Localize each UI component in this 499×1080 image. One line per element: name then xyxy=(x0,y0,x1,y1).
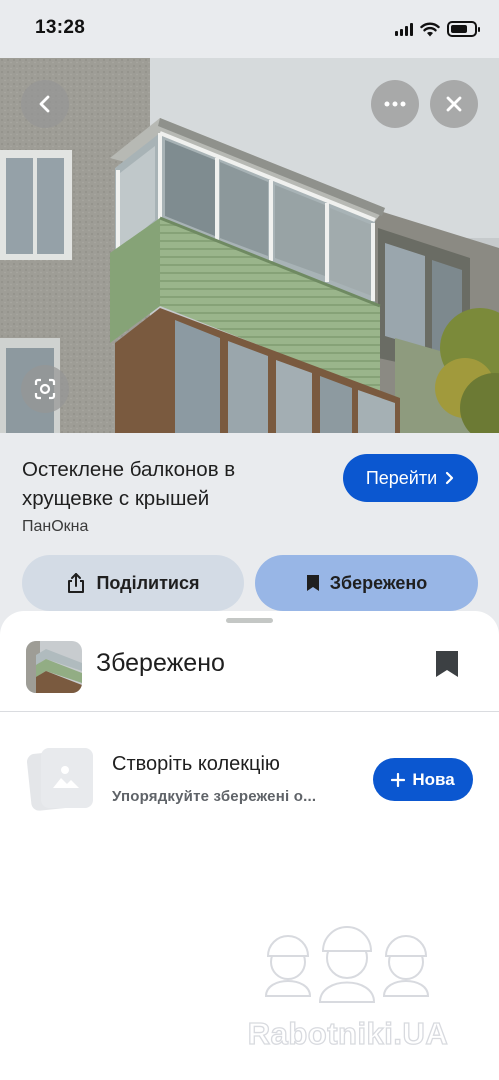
saved-button[interactable]: Збережено xyxy=(255,555,478,611)
workers-logo-icon xyxy=(264,926,430,1003)
sheet-drag-handle[interactable] xyxy=(226,618,273,623)
arrow-left-icon xyxy=(39,95,50,113)
balcony-photo xyxy=(0,58,499,433)
lens-icon xyxy=(34,378,56,400)
sheet-bookmark-button[interactable] xyxy=(434,649,460,684)
visit-label: Перейти xyxy=(365,467,438,488)
wifi-icon xyxy=(420,22,440,36)
sheet-divider xyxy=(0,711,499,712)
chevron-right-icon xyxy=(446,471,454,485)
result-info: Остеклене балконов в хрущевке с крышей П… xyxy=(0,433,499,613)
result-source[interactable]: ПанОкна xyxy=(22,518,88,536)
saved-sheet: Збережено Створіть колекцію Упорядкуйте … xyxy=(0,611,499,1080)
visit-button[interactable]: Перейти xyxy=(343,454,478,502)
watermark-text: Rabotniki.UA xyxy=(247,1015,449,1051)
bookmark-icon xyxy=(436,651,458,677)
bookmark-icon xyxy=(306,575,319,591)
collection-placeholder-icon xyxy=(27,746,97,811)
status-time: 13:28 xyxy=(35,17,86,38)
more-options-button[interactable] xyxy=(371,80,419,128)
create-collection-title: Створіть колекцію xyxy=(112,753,280,775)
signal-icon xyxy=(395,22,413,36)
more-horizontal-icon xyxy=(384,101,406,107)
share-label: Поділитися xyxy=(96,572,200,593)
close-icon xyxy=(446,96,462,112)
sheet-title: Збережено xyxy=(96,649,225,677)
lens-button[interactable] xyxy=(21,365,69,413)
new-collection-button[interactable]: Нова xyxy=(373,758,473,801)
status-bar: 13:28 xyxy=(0,0,499,58)
battery-icon xyxy=(447,21,480,37)
new-collection-label: Нова xyxy=(412,769,455,789)
result-image[interactable] xyxy=(0,58,499,433)
status-icons xyxy=(395,20,480,38)
saved-label: Збережено xyxy=(329,572,428,593)
result-title[interactable]: Остеклене балконов в хрущевке с крышей xyxy=(22,455,322,513)
create-collection-subtitle: Упорядкуйте збережені о... xyxy=(112,788,317,805)
plus-icon xyxy=(391,772,406,787)
back-button[interactable] xyxy=(21,80,69,128)
saved-thumbnail xyxy=(26,641,82,693)
share-button[interactable]: Поділитися xyxy=(22,555,244,611)
watermark: Rabotniki.UA xyxy=(218,924,478,1054)
close-button[interactable] xyxy=(430,80,478,128)
share-icon xyxy=(68,573,85,593)
